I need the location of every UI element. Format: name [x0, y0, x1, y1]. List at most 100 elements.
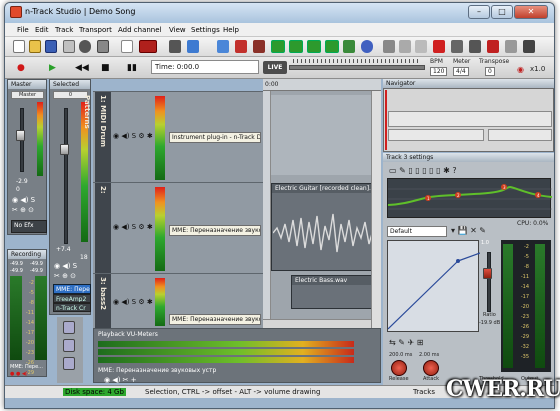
fade-icon[interactable] — [505, 40, 517, 53]
clip-area-1 — [271, 95, 379, 175]
release-knob[interactable] — [391, 360, 407, 376]
maximize-button[interactable]: □ — [491, 5, 513, 19]
track-editor[interactable]: Electric Guitar [recorded clean].wav Ele… — [263, 91, 381, 328]
globe-icon[interactable] — [361, 40, 373, 53]
speaker-icon[interactable] — [97, 40, 109, 53]
live-button[interactable]: LIVE — [263, 61, 287, 74]
track-2-input[interactable]: MME: Переназначение звуков... — [169, 225, 261, 236]
selected-fader[interactable] — [60, 144, 69, 155]
menu-file[interactable]: File — [17, 26, 29, 34]
view-tracks-icon[interactable] — [289, 40, 303, 53]
threshold-fader[interactable] — [483, 268, 492, 279]
track-1[interactable]: 1: MIDI Drum Patterns ◉ ◀) S ⚙ ✱ ○ Instr… — [83, 91, 263, 182]
menu-settings[interactable]: Settings — [191, 26, 220, 34]
menu-help[interactable]: Help — [223, 26, 239, 34]
route-icons — [57, 317, 83, 383]
plugin-slot-2[interactable]: n-Track Cr — [53, 303, 91, 312]
view-editor-icon[interactable] — [325, 40, 339, 53]
snap-icon[interactable] — [187, 40, 199, 53]
vertical-scrollbar[interactable] — [371, 91, 381, 328]
eq-graph[interactable]: 1 2 3 4 — [387, 178, 553, 218]
plugin-slot-1[interactable]: FreeAmp2 — [53, 294, 91, 303]
pause-icon[interactable]: ▮▮ — [127, 62, 137, 74]
track-1-buttons[interactable]: ◉ ◀) S ⚙ ✱ ○ — [113, 132, 161, 140]
master-fader[interactable] — [16, 130, 25, 141]
route-icon-3[interactable] — [63, 357, 75, 370]
open-folder-icon[interactable] — [29, 40, 41, 53]
rewind-icon[interactable]: ◀◀ — [75, 62, 89, 74]
metronome-icon[interactable] — [169, 40, 181, 53]
track-3-input[interactable]: MME: Переназначение звуков... — [169, 314, 261, 325]
track-2-buttons[interactable]: ◉ ◀) S ⚙ ✱ ○ — [113, 223, 161, 231]
delete-icon[interactable] — [433, 40, 445, 53]
menu-edit[interactable]: Edit — [35, 26, 49, 34]
trim-icon[interactable] — [487, 40, 499, 53]
mic-icon[interactable] — [79, 40, 91, 53]
recording-header: Recording — [8, 250, 46, 259]
editor-gutter — [263, 91, 271, 328]
stop-icon[interactable]: ■ — [101, 62, 110, 74]
compressor-curve — [387, 252, 481, 330]
preset-actions[interactable]: ▾ 💾 ✕ ✎ — [451, 226, 486, 235]
new-icon[interactable] — [13, 40, 25, 53]
range-tool-icon[interactable] — [139, 40, 157, 53]
timeline-ruler[interactable]: 0:00 — [263, 79, 381, 91]
compressor-graph[interactable] — [387, 240, 481, 332]
plugin-icon[interactable] — [235, 40, 247, 53]
zoom-icon[interactable] — [523, 40, 535, 53]
play-icon[interactable]: ▶ — [49, 62, 56, 74]
eq-tool-icons[interactable]: ▭ ✎ ▯ ▯ ▯ ▯ ▯ ✱ ? — [389, 166, 457, 175]
track-2[interactable]: 2: ◉ ◀) S ⚙ ✱ ○ MME: Переназначение звук… — [93, 182, 263, 273]
cut-icon[interactable] — [383, 40, 395, 53]
timeline-slider[interactable] — [289, 65, 425, 70]
menu-track[interactable]: Track — [55, 26, 73, 34]
save-icon[interactable] — [45, 40, 57, 53]
minimize-button[interactable]: – — [468, 5, 490, 19]
status-tracks: Tracks — [413, 388, 435, 396]
disk-space: Disk space: 4 Gb — [63, 388, 126, 396]
master-name: Master — [11, 91, 44, 99]
fx-slot[interactable]: No Efx — [11, 220, 47, 233]
selected-controls[interactable]: ◉ ◀) S — [54, 262, 77, 270]
master-controls[interactable]: ◉ ◀) S — [12, 196, 35, 204]
view-mixer-icon[interactable] — [271, 40, 285, 53]
rec-buttons[interactable]: ● ● ◀) — [10, 371, 28, 377]
paste-icon[interactable] — [415, 40, 427, 53]
bpm-field[interactable]: 120 — [430, 67, 448, 76]
track-1-input[interactable]: Instrument plug-in - n-Track Dru... — [169, 132, 261, 143]
view-piano-icon[interactable] — [307, 40, 321, 53]
route-icon-2[interactable] — [63, 339, 75, 352]
glue-icon[interactable] — [469, 40, 481, 53]
playback-buttons[interactable]: ◉ ◀) ✂ + — [104, 376, 137, 384]
menu-add-channel[interactable]: Add channel — [118, 26, 161, 34]
copy-icon[interactable] — [399, 40, 411, 53]
preset-select[interactable]: Default — [387, 226, 447, 237]
pointer-tool-icon[interactable] — [121, 40, 133, 53]
transport-bar: ● ▶ ◀◀ ■ ▮▮ Time: 0:00.0 LIVE BPM 120 Me… — [5, 57, 554, 79]
clip-bass[interactable]: Electric Bass.wav — [291, 275, 379, 309]
track-3[interactable]: 3: bass2 ◉ ◀) S ⚙ ✱ ○ MME: Переназначени… — [93, 273, 263, 328]
loop-icon[interactable] — [343, 40, 355, 53]
master-pan-icon[interactable]: ✂ ⊕ ⊙ — [12, 206, 34, 214]
meter-field[interactable]: 4/4 — [453, 67, 469, 76]
close-button[interactable]: ✕ — [514, 5, 548, 19]
output-scale: -2 -5 -8 -11 -14 -17 -20 -23 -26 -29 -32 -35 — [515, 242, 529, 362]
tuner-icon[interactable] — [253, 40, 265, 53]
scale-tick: -8 — [29, 300, 34, 306]
split-icon[interactable] — [451, 40, 463, 53]
track-3-buttons[interactable]: ◉ ◀) S ⚙ ✱ ○ — [113, 298, 161, 306]
menu-transport[interactable]: Transport — [79, 26, 112, 34]
selected-pan-icon[interactable]: ✂ ⊕ ⊙ — [54, 272, 76, 280]
editor-scrollbar[interactable] — [263, 319, 381, 328]
grid-icon[interactable] — [217, 40, 229, 53]
transpose-field[interactable]: 0 — [485, 67, 495, 76]
channel-name[interactable]: MME: Пере — [53, 284, 91, 294]
clip-guitar[interactable]: Electric Guitar [recorded clean].wav — [271, 183, 379, 271]
navigator-panel[interactable] — [383, 88, 554, 152]
route-icon-1[interactable] — [63, 321, 75, 334]
comp-tool-icons[interactable]: ⇆ ✎ ✈ ⊞ — [389, 338, 423, 347]
menu-view[interactable]: View — [169, 26, 186, 34]
wrench-icon[interactable] — [63, 40, 75, 53]
attack-knob[interactable] — [423, 360, 439, 376]
record-icon[interactable]: ● — [17, 62, 25, 74]
